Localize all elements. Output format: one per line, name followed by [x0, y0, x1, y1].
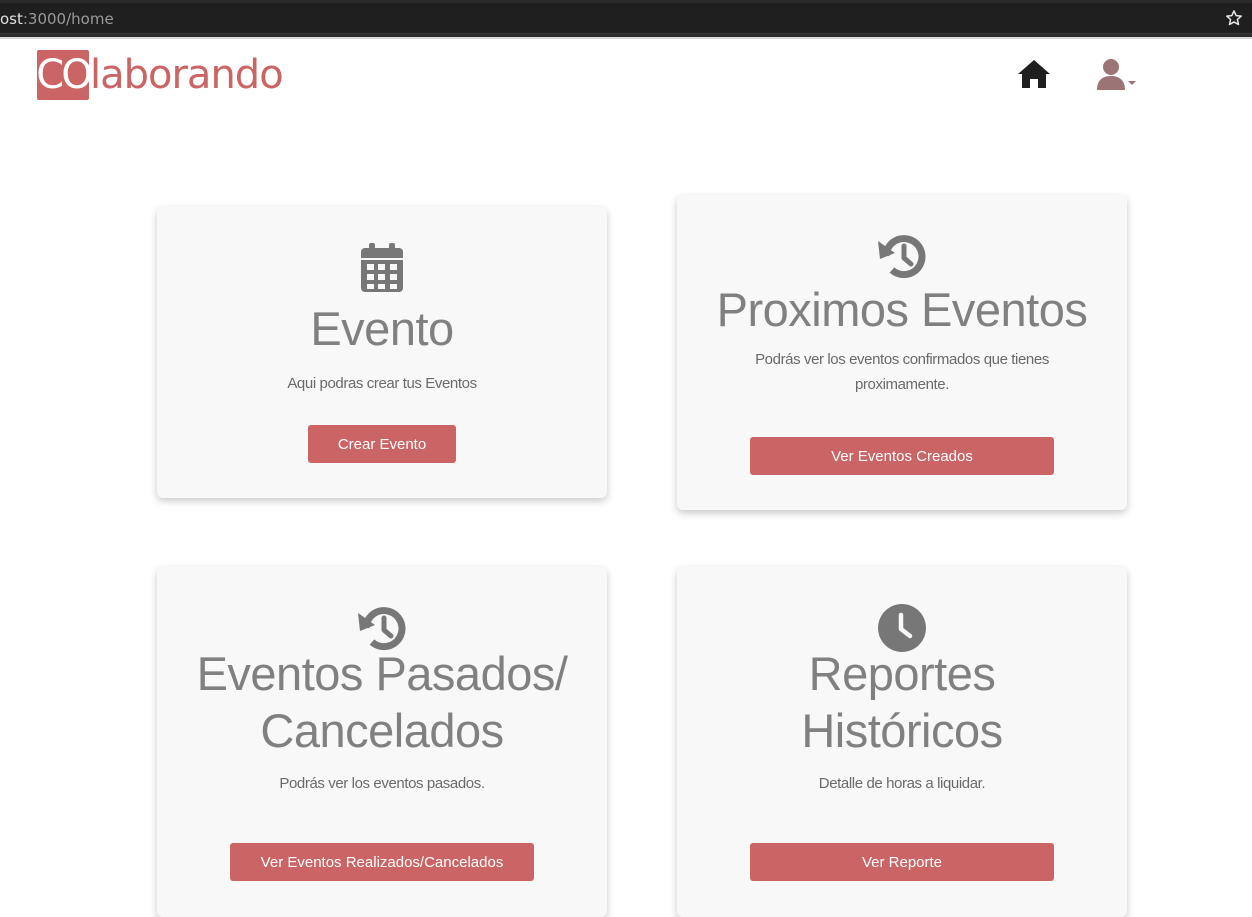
card-title: Proximos Eventos — [716, 283, 1088, 336]
brand-logo[interactable]: CO laborando — [36, 50, 284, 100]
ver-reporte-button[interactable]: Ver Reporte — [750, 843, 1054, 881]
card-description-line: proximamente. — [854, 376, 949, 393]
card-reportes-historicos: Reportes Históricos Detalle de horas a l… — [677, 567, 1127, 917]
card-description: Detalle de horas a liquidar. — [818, 775, 986, 792]
card-evento: Evento Aqui podras crear tus Eventos Cre… — [157, 207, 607, 498]
logo-text: laborando — [90, 52, 284, 98]
card-title-line: Cancelados — [260, 704, 504, 757]
browser-toolbar: ost:3000/home — [0, 0, 1252, 37]
ver-eventos-realizados-button[interactable]: Ver Eventos Realizados/Cancelados — [230, 843, 534, 881]
card-title: Eventos Pasados/ Cancelados — [157, 645, 607, 759]
home-icon[interactable] — [1017, 58, 1051, 90]
bookmark-star-icon[interactable] — [1224, 8, 1244, 28]
card-description: Podrás ver los eventos pasados. — [279, 775, 485, 792]
history-icon — [878, 235, 926, 279]
logo-mark: CO — [36, 50, 93, 100]
url-text[interactable]: ost:3000/home — [0, 10, 114, 28]
card-title: Reportes Históricos — [677, 645, 1127, 759]
card-description: Podrás ver los eventos confirmados que t… — [677, 347, 1127, 397]
card-title-line: Reportes — [808, 647, 996, 700]
ver-eventos-creados-button[interactable]: Ver Eventos Creados — [750, 437, 1054, 475]
card-eventos-pasados: Eventos Pasados/ Cancelados Podrás ver l… — [157, 567, 607, 917]
card-title-line: Eventos Pasados/ — [196, 647, 568, 700]
caret-down-icon — [1128, 81, 1136, 85]
toolbar-divider — [0, 37, 1252, 39]
user-menu-dropdown[interactable] — [1096, 56, 1140, 92]
card-proximos-eventos: Proximos Eventos Podrás ver los eventos … — [677, 195, 1127, 510]
card-title-line: Históricos — [801, 704, 1003, 757]
crear-evento-button[interactable]: Crear Evento — [308, 425, 456, 463]
user-icon — [1097, 59, 1136, 90]
card-description-line: Podrás ver los eventos confirmados que t… — [755, 351, 1049, 368]
calendar-icon — [361, 243, 403, 292]
address-bar[interactable]: ost:3000/home — [0, 3, 1252, 34]
card-description: Aqui podras crear tus Eventos — [287, 375, 477, 392]
card-title: Evento — [310, 302, 454, 355]
